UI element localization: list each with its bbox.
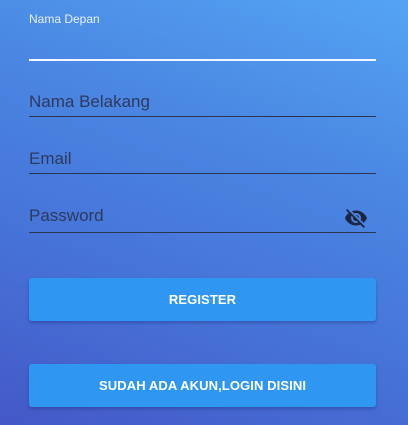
password-placeholder: Password (29, 206, 104, 225)
last-name-field[interactable]: Nama Belakang (29, 88, 376, 118)
password-underline (29, 232, 376, 233)
last-name-underline (29, 116, 376, 117)
email-field[interactable]: Email (29, 145, 376, 175)
password-field[interactable]: Password (29, 200, 376, 234)
register-button[interactable]: REGISTER (29, 278, 376, 321)
email-underline (29, 173, 376, 174)
last-name-placeholder: Nama Belakang (29, 92, 150, 111)
email-placeholder: Email (29, 149, 72, 168)
first-name-label: Nama Depan (29, 12, 100, 26)
login-button[interactable]: SUDAH ADA AKUN,LOGIN DISINI (29, 364, 376, 407)
first-name-field[interactable]: Nama Depan (29, 12, 376, 62)
visibility-off-icon[interactable] (344, 206, 368, 230)
first-name-underline (29, 59, 376, 61)
